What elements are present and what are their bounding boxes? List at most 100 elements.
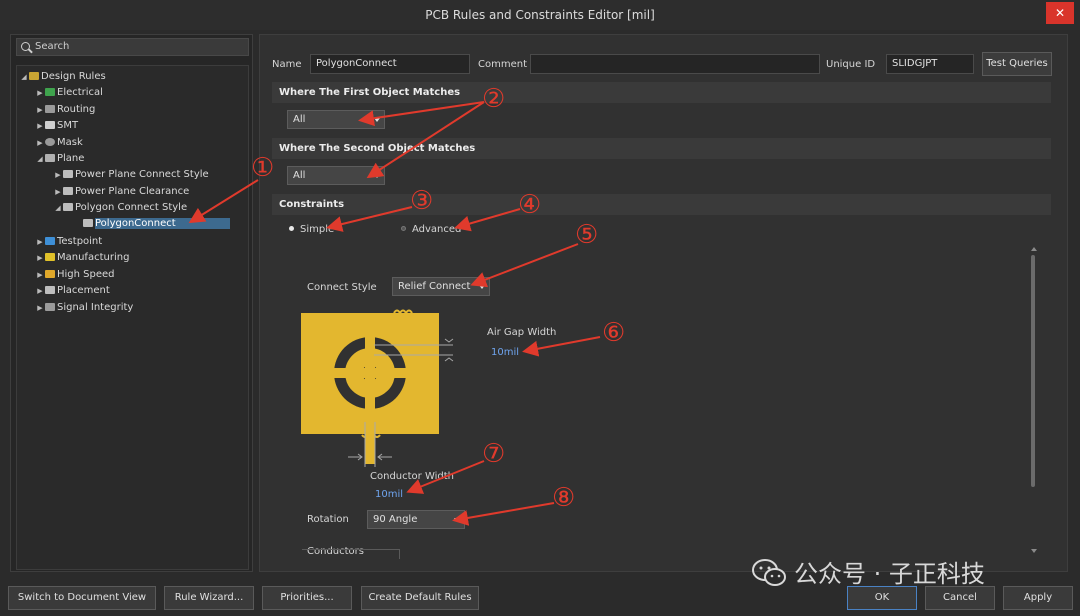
tree-item-plane[interactable]: ◢ Plane [35,151,84,166]
tree-label: High Speed [57,269,115,280]
tree-label: Power Plane Connect Style [75,169,209,180]
scroll-down-icon[interactable] [1031,549,1037,553]
rotation-value: 90 Angle [373,514,418,525]
create-default-rules-button[interactable]: Create Default Rules [361,586,479,610]
placement-icon [45,286,55,294]
tree-item-testpoint[interactable]: ▶ Testpoint [35,234,102,249]
rotation-dropdown[interactable]: 90 Angle [367,510,465,529]
comment-field[interactable] [530,54,820,74]
air-gap-value[interactable]: 10mil [491,347,519,358]
tree-label: Polygon Connect Style [75,202,188,213]
tree-label: Plane [57,153,85,164]
tree-label: SMT [57,120,79,131]
tree-item-power-plane-connect-style[interactable]: ▶ Power Plane Connect Style [53,167,209,183]
chevron-down-icon [454,518,460,522]
plane-icon [45,154,55,162]
tree-item-electrical[interactable]: ▶ Electrical [35,85,103,100]
priorities-button[interactable]: Priorities... [262,586,352,610]
tree-label: Testpoint [57,236,103,247]
second-match-section-header: Where The Second Object Matches [272,138,1051,159]
first-match-value: All [293,114,306,125]
dimension-arrow [444,338,454,362]
first-match-dropdown[interactable]: All [287,110,385,129]
expand-arrow-icon[interactable]: ▶ [53,168,63,183]
constraints-section-header: Constraints [272,194,1051,215]
tree-item-signal-integrity[interactable]: ▶ Signal Integrity [35,300,133,315]
signal-integrity-icon [45,303,55,311]
close-icon: ✕ [1054,6,1066,20]
radio-selected-icon [289,226,294,231]
expand-arrow-icon[interactable]: ◢ [53,201,63,216]
scrollbar-track[interactable] [1029,247,1037,557]
watermark: 公众号 · 子正科技 [752,554,1052,594]
tree-label: Mask [57,137,83,148]
expand-arrow-icon[interactable]: ◢ [19,70,29,85]
conductors-group-box [302,549,400,559]
conductor-trace [365,434,375,464]
rules-tree: ◢ Design Rules ▶ Electrical ▶ Routing ▶ SMT … [16,65,249,570]
tree-item-mask[interactable]: ▶ Mask [35,135,83,151]
advanced-radio[interactable]: Advanced [401,224,461,235]
conductor-width-value[interactable]: 10mil [375,489,403,500]
manufacturing-icon [45,253,55,261]
test-queries-button[interactable]: Test Queries [982,52,1052,76]
rotation-label: Rotation [307,514,349,525]
tree-label: Placement [57,285,110,296]
expand-arrow-icon[interactable]: ▶ [35,136,45,151]
rule-editor-panel: Name PolygonConnect Comment Unique ID SL… [259,34,1068,572]
search-input[interactable]: Search [16,38,249,56]
wechat-icon [752,559,786,587]
tree-item-power-plane-clearance[interactable]: ▶ Power Plane Clearance [53,184,189,199]
expand-arrow-icon[interactable]: ▶ [35,284,45,299]
expand-arrow-icon[interactable]: ▶ [35,86,45,101]
tree-item-routing[interactable]: ▶ Routing [35,102,95,117]
expand-arrow-icon[interactable]: ▶ [35,119,45,134]
name-field[interactable]: PolygonConnect [310,54,470,74]
comment-label: Comment [478,59,527,70]
tree-item-smt[interactable]: ▶ SMT [35,118,78,133]
expand-arrow-icon[interactable]: ◢ [35,152,45,167]
tree-item-polygonconnect[interactable]: PolygonConnect [83,216,230,231]
rule-icon [83,219,93,227]
expand-arrow-icon[interactable]: ▶ [53,185,63,200]
tree-item-manufacturing[interactable]: ▶ Manufacturing [35,250,129,265]
first-match-section-header: Where The First Object Matches [272,82,1051,103]
tree-label-selected: PolygonConnect [95,218,230,229]
tree-root-design-rules[interactable]: ◢ Design Rules [19,69,105,85]
chevron-down-icon [374,174,380,178]
advanced-label: Advanced [412,224,462,235]
simple-radio[interactable]: Simple [289,224,334,235]
rule-icon [63,170,73,178]
second-match-value: All [293,170,306,181]
second-match-dropdown[interactable]: All [287,166,385,185]
rule-icon [63,187,73,195]
tree-item-high-speed[interactable]: ▶ High Speed [35,267,115,283]
expand-arrow-icon[interactable]: ▶ [35,301,45,316]
tree-label: Routing [57,104,96,115]
conductor-width-label: Conductor Width [370,471,455,482]
connect-style-label: Connect Style [307,282,377,293]
rules-tree-panel: Search ◢ Design Rules ▶ Electrical ▶ Routin… [10,34,253,572]
switch-to-document-view-button[interactable]: Switch to Document View [8,586,156,610]
tree-item-placement[interactable]: ▶ Placement [35,283,110,299]
expand-arrow-icon[interactable]: ▶ [35,268,45,283]
expand-arrow-icon[interactable]: ▶ [35,235,45,250]
relief-connect-preview [301,309,454,467]
testpoint-icon [45,237,55,245]
close-button[interactable]: ✕ [1046,2,1074,24]
tree-item-polygon-connect-style[interactable]: ◢ Polygon Connect Style [53,200,187,215]
folder-icon [29,72,39,80]
unique-id-field[interactable]: SLIDGJPT [886,54,974,74]
tree-label: Electrical [57,87,103,98]
scroll-up-icon[interactable] [1031,247,1037,251]
rule-wizard-button[interactable]: Rule Wizard... [164,586,254,610]
expand-arrow-icon[interactable]: ▶ [35,251,45,266]
horizontal-spoke [332,368,408,378]
scrollbar-thumb[interactable] [1031,255,1035,487]
window-title: PCB Rules and Constraints Editor [mil] [425,8,655,22]
search-icon [21,42,30,51]
expand-arrow-icon[interactable]: ▶ [35,103,45,118]
connect-style-dropdown[interactable]: Relief Connect [392,277,490,296]
chevron-down-icon [374,118,380,122]
tree-label: Signal Integrity [57,302,134,313]
